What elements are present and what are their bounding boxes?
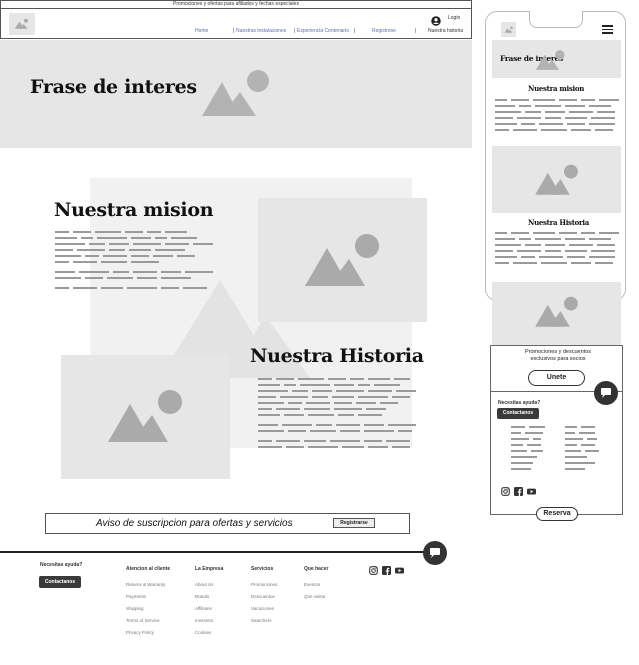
history-text (258, 378, 430, 452)
chat-bubble-icon (430, 548, 440, 558)
mobile-logo[interactable] (501, 22, 516, 37)
chat-button[interactable] (423, 541, 447, 565)
footer-link[interactable]: Searchers (251, 618, 272, 623)
facebook-icon[interactable] (382, 566, 391, 575)
join-button[interactable]: Unete (528, 370, 585, 386)
mobile-banner: Frase de interes (492, 40, 621, 78)
footer-link[interactable]: Vacaciones (251, 606, 274, 611)
hero-banner: Frase de interes (0, 40, 472, 148)
mission-image (258, 198, 427, 322)
register-button[interactable]: Registrarse (333, 518, 375, 528)
promo-bar: Promociones y ofertas para afiliados y f… (0, 0, 472, 9)
mobile-chat-button[interactable] (594, 381, 618, 405)
footer-link[interactable]: Privacy Policy (126, 630, 154, 635)
footer-link[interactable]: Brands (195, 594, 209, 599)
footer-link[interactable]: Promociones (251, 582, 277, 587)
image-placeholder-icon (200, 68, 270, 118)
footer-link[interactable]: Eventos (304, 582, 320, 587)
nav-separator: | (233, 28, 235, 34)
nav-separator: | (294, 28, 296, 34)
footer-contact-button[interactable]: Contactanos (39, 576, 81, 588)
nav-separator: | (415, 28, 417, 34)
footer-divider (0, 551, 440, 553)
nav-experiencia[interactable]: Experiencia Centenario (297, 28, 349, 34)
mobile-help-title: Necesitas ayuda? (498, 400, 541, 406)
hamburger-menu-icon[interactable] (602, 25, 613, 34)
image-placeholder-icon (14, 17, 30, 30)
footer-col-title: Que hacer (304, 566, 329, 572)
footer-link[interactable]: Descuentos (251, 594, 275, 599)
nav-historia[interactable]: Nuestra historia (428, 28, 463, 34)
mobile-mission-title: Nuestra mision (528, 84, 585, 93)
footer-help-title: Necesitas ayuda? (40, 562, 83, 568)
footer-link[interactable]: Que visitar (304, 594, 326, 599)
image-placeholder-icon (504, 25, 514, 34)
mobile-promo-text: Promociones y descuentos exclusivos para… (524, 349, 592, 362)
subscribe-text: Aviso de suscripcion para ofertas y serv… (96, 518, 293, 529)
mobile-history-title: Nuestra Historia (528, 218, 589, 227)
user-circle-icon[interactable] (431, 13, 441, 26)
logo-placeholder[interactable] (9, 13, 35, 35)
image-placeholder-icon (534, 164, 579, 196)
mobile-footer-links-right (565, 426, 605, 474)
footer-col-title: Atencion al cliente (126, 566, 171, 572)
image-placeholder-icon (106, 389, 184, 444)
login-link[interactable]: Login (448, 15, 460, 21)
youtube-icon[interactable] (527, 487, 536, 496)
mobile-mission-text (495, 99, 620, 135)
image-placeholder-icon (535, 49, 565, 71)
nav-separator: | (354, 28, 356, 34)
banner-title: Frase de interes (30, 76, 197, 98)
instagram-icon[interactable] (501, 487, 510, 496)
footer-link[interactable]: Returns & Warranty (126, 582, 165, 587)
footer-link[interactable]: Affiliates (195, 606, 212, 611)
mission-title: Nuestra mision (54, 199, 214, 221)
footer-link[interactable]: Payments (126, 594, 146, 599)
footer-link[interactable]: Investors (195, 618, 213, 623)
instagram-icon[interactable] (369, 566, 378, 575)
nav-home[interactable]: Home (195, 28, 208, 34)
footer-link[interactable]: Cookies (195, 630, 211, 635)
facebook-icon[interactable] (514, 487, 523, 496)
phone-notch (529, 11, 583, 28)
site-header: Login Home | Nuestras instalaciones | Ex… (0, 9, 472, 39)
footer-link[interactable]: Shipping (126, 606, 144, 611)
mobile-footer-links-left (511, 426, 551, 474)
footer-col-title: Servicios (251, 566, 274, 572)
youtube-icon[interactable] (395, 566, 404, 575)
image-placeholder-icon (534, 296, 579, 328)
mobile-history-text (495, 232, 620, 268)
mobile-mission-image (492, 146, 621, 213)
chat-bubble-icon (601, 388, 611, 398)
image-placeholder-icon (303, 233, 381, 288)
mobile-history-image (492, 282, 621, 345)
footer-col-title: La Empresa (195, 566, 224, 572)
nav-instalaciones[interactable]: Nuestras instalaciones (236, 28, 286, 34)
mission-text (55, 231, 220, 293)
footer-link[interactable]: About Us (195, 582, 214, 587)
history-title: Nuestra Historia (250, 345, 424, 367)
mobile-contact-button[interactable]: Contactanos (497, 408, 539, 419)
footer-link[interactable]: Terms of Service (126, 618, 160, 623)
nav-registrese[interactable]: Registrese (372, 28, 396, 34)
reserve-button[interactable]: Reserva (536, 507, 578, 521)
history-image (61, 355, 230, 479)
